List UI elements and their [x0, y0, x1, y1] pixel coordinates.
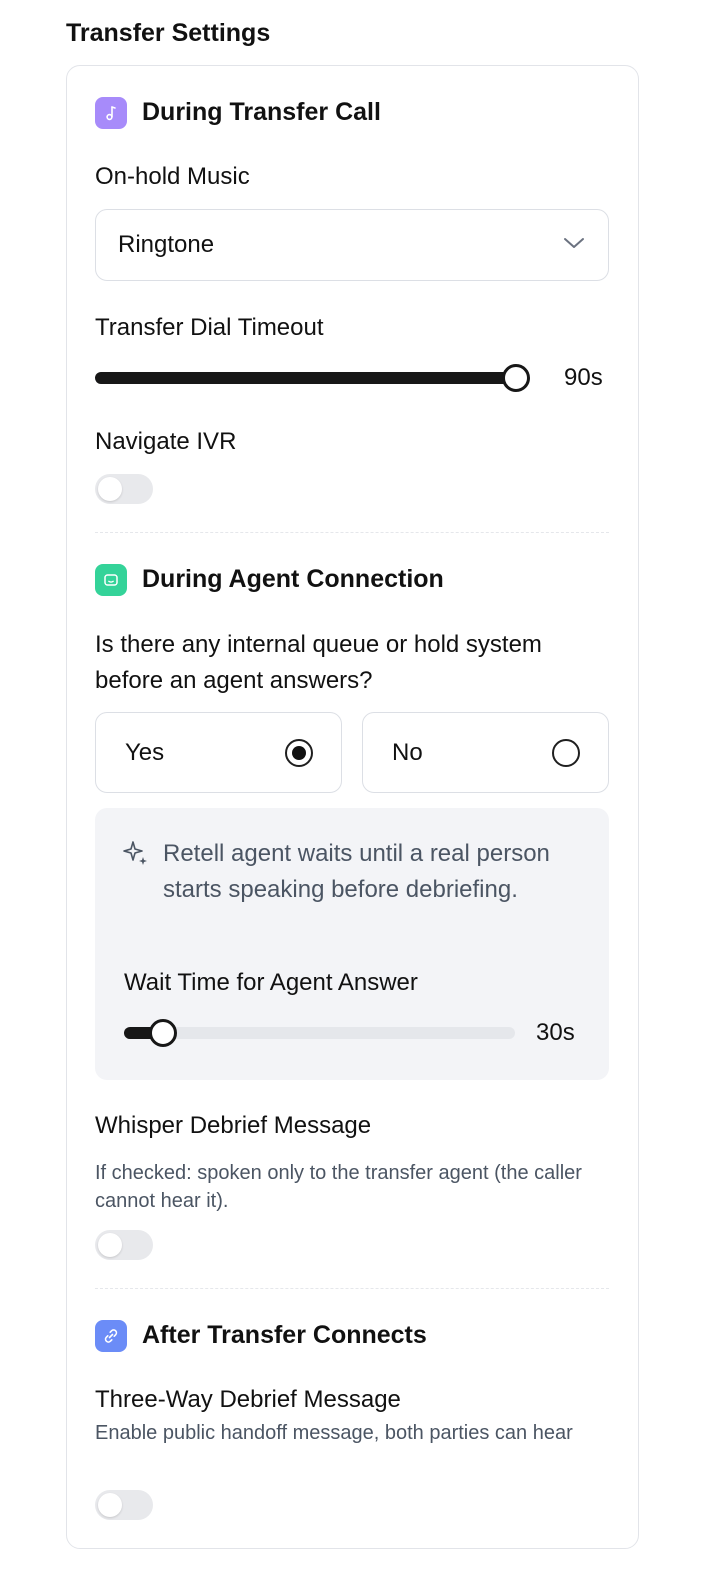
transfer-dial-timeout-slider[interactable]: [95, 364, 530, 392]
navigate-ivr-toggle[interactable]: [95, 474, 153, 504]
radio-no[interactable]: [552, 738, 580, 767]
toggle-knob: [98, 477, 122, 501]
option-yes-label: Yes: [125, 738, 165, 766]
whisper-debrief-description: If checked: spoken only to the transfer …: [95, 1162, 582, 1212]
section-divider: [95, 1288, 609, 1289]
wait-time-value: 30s: [536, 1019, 575, 1046]
info-text: Retell agent waits until a real person s…: [163, 840, 550, 903]
transfer-dial-timeout-label: Transfer Dial Timeout: [95, 314, 324, 341]
section-divider: [95, 532, 609, 533]
wait-time-slider[interactable]: [124, 1019, 515, 1047]
on-hold-music-select[interactable]: Ringtone: [95, 209, 609, 281]
music-note-icon: [95, 97, 127, 129]
option-no-label: No: [392, 738, 423, 766]
slider-thumb[interactable]: [149, 1019, 178, 1047]
slider-fill: [95, 372, 516, 384]
transfer-settings-page: Transfer Settings During Transfer Call O…: [0, 0, 710, 1574]
section-title-agent-connection: During Agent Connection: [142, 565, 444, 593]
on-hold-music-label: On-hold Music: [95, 163, 250, 190]
navigate-ivr-label: Navigate IVR: [95, 428, 237, 455]
chat-bot-icon: [95, 564, 127, 596]
three-way-debrief-label: Three-Way Debrief Message: [95, 1386, 401, 1413]
section-title-during-transfer: During Transfer Call: [142, 98, 381, 126]
radio-yes[interactable]: [285, 738, 313, 767]
three-way-debrief-toggle[interactable]: [95, 1490, 153, 1520]
option-yes[interactable]: Yes: [95, 712, 342, 793]
chevron-down-icon: [562, 231, 586, 260]
wait-time-label: Wait Time for Agent Answer: [124, 969, 418, 996]
page-title: Transfer Settings: [66, 19, 271, 47]
option-no[interactable]: No: [362, 712, 609, 793]
whisper-debrief-label: Whisper Debrief Message: [95, 1112, 372, 1139]
queue-question: Is there any internal queue or hold syst…: [95, 631, 542, 694]
on-hold-music-value: Ringtone: [118, 231, 215, 258]
section-title-after-transfer: After Transfer Connects: [142, 1321, 427, 1349]
transfer-dial-timeout-value: 90s: [564, 364, 603, 391]
whisper-debrief-toggle[interactable]: [95, 1230, 153, 1260]
sparkle-icon: [122, 840, 150, 873]
toggle-knob: [98, 1493, 122, 1517]
link-icon: [95, 1320, 127, 1352]
toggle-knob: [98, 1233, 122, 1257]
three-way-debrief-description: Enable public handoff message, both part…: [95, 1422, 573, 1444]
slider-thumb[interactable]: [502, 364, 530, 392]
